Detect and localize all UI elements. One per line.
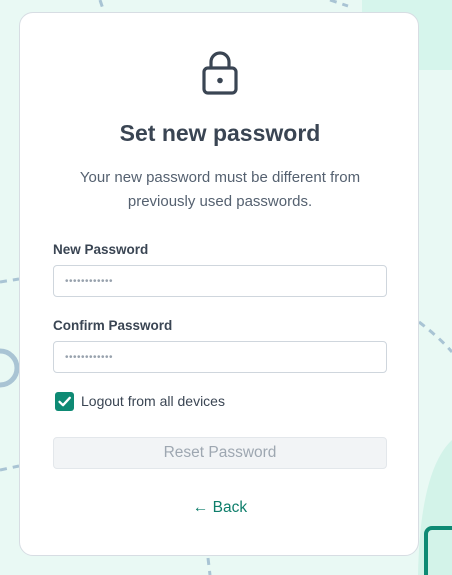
- logout-all-checkbox[interactable]: [55, 392, 74, 411]
- new-password-input[interactable]: [53, 265, 387, 297]
- logout-all-label[interactable]: Logout from all devices: [81, 393, 225, 409]
- page-title: Set new password: [119, 120, 321, 146]
- confirm-password-input[interactable]: [53, 341, 387, 373]
- back-link[interactable]: ← Back: [20, 499, 420, 517]
- new-password-label: New Password: [53, 242, 149, 257]
- lock-icon: [202, 51, 238, 95]
- reset-password-button[interactable]: Reset Password: [53, 437, 387, 469]
- reset-password-card: Set new password Your new password must …: [19, 12, 419, 556]
- confirm-password-label: Confirm Password: [53, 318, 173, 333]
- page-subtitle: Your new password must be different from…: [79, 169, 361, 210]
- check-icon: [58, 396, 71, 407]
